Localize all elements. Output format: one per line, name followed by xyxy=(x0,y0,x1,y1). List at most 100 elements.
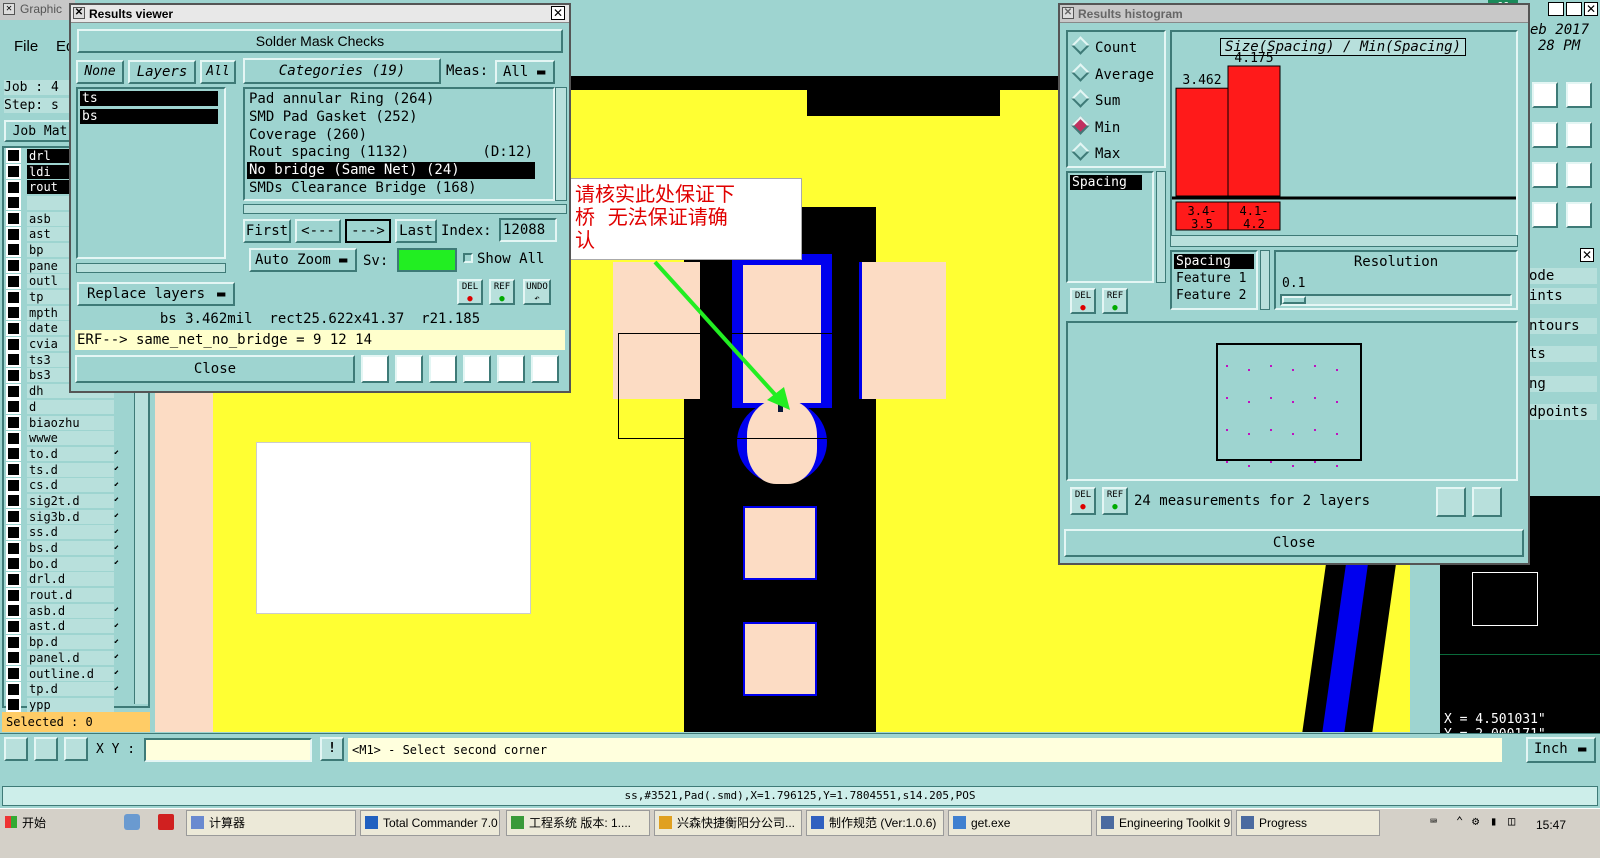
histogram-del-button[interactable]: DEL ● xyxy=(1070,288,1096,314)
layers-button[interactable]: Layers xyxy=(128,60,196,84)
category-item[interactable]: Rout spacing (1132) (D:12) xyxy=(247,144,535,161)
summary-del-button[interactable]: DEL ● xyxy=(1070,487,1096,515)
del-button[interactable]: DEL ● xyxy=(457,279,483,305)
units-select[interactable]: Inch ▬ xyxy=(1526,737,1596,763)
settings-icon[interactable]: ⚙ xyxy=(1472,814,1479,828)
sv-color-select[interactable] xyxy=(397,248,457,272)
taskbar-item[interactable]: 计算器 xyxy=(186,810,356,836)
right-item-4[interactable]: ng xyxy=(1529,376,1597,392)
quicklaunch-icon-1[interactable] xyxy=(124,814,140,830)
auto-zoom-select[interactable]: Auto Zoom ▬ xyxy=(249,248,357,272)
spacing-row-0[interactable]: Spacing xyxy=(1174,254,1254,269)
right-item-5[interactable]: dpoints xyxy=(1529,404,1597,420)
tool-icon-board[interactable] xyxy=(1566,202,1592,228)
resolution-slider[interactable] xyxy=(1280,294,1512,306)
taskbar-item[interactable]: 工程系统 版本: 1.... xyxy=(506,810,650,836)
taskbar-item[interactable]: Engineering Toolkit 9.... xyxy=(1096,810,1232,836)
alert-icon[interactable]: ! xyxy=(320,737,344,761)
results-viewer-close-button[interactable]: Close xyxy=(75,355,355,383)
mode-radio-average[interactable]: Average xyxy=(1071,62,1154,85)
histogram-list[interactable]: Spacing xyxy=(1066,171,1154,283)
taskbar-item[interactable]: 兴森快捷衡阳分公司... xyxy=(654,810,802,836)
radio-diamond-icon[interactable] xyxy=(1071,89,1090,108)
mode-radio-min[interactable]: Min xyxy=(1071,115,1120,138)
histogram-icon[interactable] xyxy=(531,355,559,383)
network-icon[interactable]: ◫ xyxy=(1508,814,1515,828)
signal-icon[interactable]: ▮ xyxy=(1490,814,1497,828)
histogram-bar[interactable] xyxy=(1227,65,1281,197)
layer-list-hscroll[interactable] xyxy=(76,263,226,273)
radio-diamond-icon[interactable] xyxy=(1071,115,1090,135)
spacing-list-vscroll[interactable] xyxy=(1260,250,1270,310)
category-item[interactable]: SMD Pad Gasket (252) xyxy=(247,109,535,126)
category-item[interactable]: Pad annular Ring (264) xyxy=(247,91,535,108)
mode-radio-max[interactable]: Max xyxy=(1071,142,1120,164)
tool-icon-half[interactable] xyxy=(1532,162,1558,188)
layer-item-ts[interactable]: ts xyxy=(80,91,218,106)
category-item[interactable]: Coverage (260) xyxy=(247,127,535,144)
tool-icon-s[interactable] xyxy=(1566,122,1592,148)
categories-vscroll[interactable] xyxy=(555,87,567,201)
graph-icon-1[interactable] xyxy=(361,355,389,383)
summary-icon-2[interactable] xyxy=(1472,487,1502,517)
report-icon[interactable] xyxy=(497,355,525,383)
category-item[interactable]: SMDs Clearance Bridge (168) xyxy=(247,180,535,197)
histogram-list-item[interactable]: Spacing xyxy=(1070,175,1142,190)
histogram-bar[interactable] xyxy=(1175,87,1229,197)
histogram-list-vscroll[interactable] xyxy=(1156,171,1166,283)
summary-icon-1[interactable] xyxy=(1436,487,1466,517)
cursor-tool-icon[interactable] xyxy=(4,737,28,761)
chart-hscroll[interactable] xyxy=(1170,235,1518,247)
resolution-slider-thumb[interactable] xyxy=(1282,296,1306,304)
layer-item-bs[interactable]: bs xyxy=(80,109,218,124)
right-item-0[interactable]: ode xyxy=(1529,268,1597,284)
radio-diamond-icon[interactable] xyxy=(1071,142,1090,161)
tool-icon-help[interactable] xyxy=(1566,162,1592,188)
pdf-icon[interactable] xyxy=(158,814,174,830)
histogram-close-button[interactable]: Close xyxy=(1064,529,1524,557)
right-item-2[interactable]: ntours xyxy=(1529,318,1597,334)
snap-tool-icon[interactable] xyxy=(64,737,88,761)
spacing-feature-list[interactable]: Spacing Feature 1 Feature 2 xyxy=(1170,250,1258,310)
radio-diamond-icon[interactable] xyxy=(1071,36,1090,55)
graph-icon-2[interactable] xyxy=(395,355,423,383)
keyboard-icon[interactable]: ⌨ xyxy=(1430,814,1437,828)
summary-ref-button[interactable]: REF ● xyxy=(1102,487,1128,515)
first-button[interactable]: First xyxy=(243,219,291,243)
taskbar-item[interactable]: Progress xyxy=(1236,810,1380,836)
solder-mask-header[interactable]: Solder Mask Checks xyxy=(77,29,563,53)
window-close-button[interactable]: ✕ xyxy=(1584,2,1598,16)
up-arrow-icon[interactable]: ⌃ xyxy=(1456,814,1463,828)
measure-tool-icon[interactable] xyxy=(34,737,58,761)
radio-diamond-icon[interactable] xyxy=(1071,62,1090,82)
categories-list[interactable]: Pad annular Ring (264) SMD Pad Gasket (25… xyxy=(243,87,555,201)
layer-selection-list[interactable]: ts bs xyxy=(76,87,226,259)
replace-layers-select[interactable]: Replace layers ▬ xyxy=(77,282,235,306)
right-item-1[interactable]: ints xyxy=(1529,288,1597,304)
window-min-button[interactable] xyxy=(1548,2,1564,16)
index-field[interactable]: 12088 xyxy=(499,218,557,242)
mode-radio-count[interactable]: Count xyxy=(1071,36,1137,58)
results-viewer-close-x[interactable]: ✕ xyxy=(551,6,565,20)
categories-hscroll[interactable] xyxy=(243,204,567,214)
spacing-row-1[interactable]: Feature 1 xyxy=(1174,271,1254,286)
show-all-checkbox[interactable] xyxy=(463,253,473,263)
prev-button[interactable]: <--- xyxy=(295,219,341,243)
categories-button[interactable]: Categories (19) xyxy=(243,58,441,84)
right-item-3[interactable]: ts xyxy=(1529,346,1597,362)
window-max-button[interactable] xyxy=(1566,2,1582,16)
undo-button[interactable]: UNDO ↶ xyxy=(523,279,551,305)
tool-icon-traffic[interactable] xyxy=(1532,202,1558,228)
layers-all-button[interactable]: All xyxy=(200,60,236,84)
meas-select[interactable]: All ▬ xyxy=(495,60,555,84)
taskbar-item[interactable]: Total Commander 7.0 ... xyxy=(360,810,500,836)
category-item[interactable]: No bridge (Same Net) (24) xyxy=(247,162,535,180)
taskbar-item[interactable]: get.exe xyxy=(948,810,1092,836)
xy-input[interactable] xyxy=(144,738,312,762)
last-button[interactable]: Last xyxy=(395,219,437,243)
export-icon[interactable] xyxy=(463,355,491,383)
right-panel-close[interactable]: ✕ xyxy=(1580,248,1594,262)
next-button[interactable]: ---> xyxy=(345,219,391,243)
layers-none-button[interactable]: None xyxy=(76,60,124,84)
start-button[interactable]: 开始 xyxy=(2,812,58,834)
